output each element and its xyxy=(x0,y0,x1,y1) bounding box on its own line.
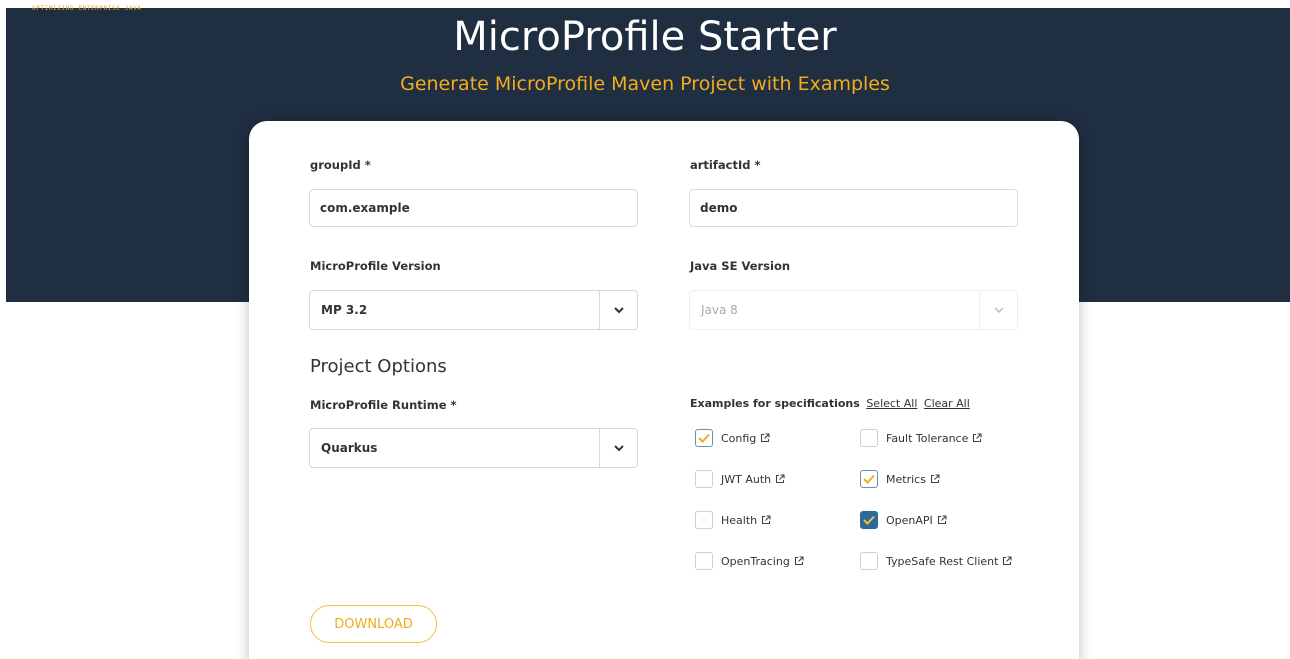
chevron-down-icon[interactable] xyxy=(599,291,637,329)
chevron-down-icon xyxy=(979,291,1017,329)
required-mark: * xyxy=(754,158,761,172)
download-button[interactable]: DOWNLOAD xyxy=(310,605,437,643)
brand-tagline: OPTIMIZING ENTERPRISE JAVA xyxy=(32,5,142,12)
java-version-value: Java 8 xyxy=(701,303,738,317)
runtime-select[interactable]: Quarkus xyxy=(309,428,638,468)
groupid-label: groupId * xyxy=(310,158,371,172)
example-label: OpenTracing xyxy=(721,554,790,568)
example-label: OpenAPI xyxy=(886,513,933,527)
page-subtitle: Generate MicroProfile Maven Project with… xyxy=(400,73,890,95)
example-health[interactable]: Health xyxy=(695,511,771,529)
artifactid-label: artifactId * xyxy=(690,158,760,172)
mp-version-label: MicroProfile Version xyxy=(310,259,441,273)
external-link-icon[interactable] xyxy=(761,515,771,525)
artifactid-input[interactable] xyxy=(689,189,1018,227)
example-label: Config xyxy=(721,431,757,445)
groupid-input[interactable] xyxy=(309,189,638,227)
external-link-icon[interactable] xyxy=(1002,556,1012,566)
checkbox-unchecked[interactable] xyxy=(695,511,713,529)
checkbox-unchecked[interactable] xyxy=(695,552,713,570)
example-config[interactable]: Config xyxy=(695,429,770,447)
java-version-label: Java SE Version xyxy=(690,259,791,273)
external-link-icon[interactable] xyxy=(972,433,982,443)
required-mark: * xyxy=(450,398,457,412)
runtime-label: MicroProfile Runtime * xyxy=(310,398,457,412)
example-label: Health xyxy=(721,513,758,527)
clear-all-link[interactable]: Clear All xyxy=(924,397,970,410)
groupid-label-text: groupId xyxy=(310,158,361,172)
page-title: MicroProfile Starter xyxy=(453,14,837,60)
example-metrics[interactable]: Metrics xyxy=(860,470,940,488)
checkbox-unchecked[interactable] xyxy=(860,552,878,570)
examples-header: Examples for specifications Select All C… xyxy=(690,397,970,410)
external-link-icon[interactable] xyxy=(775,474,785,484)
example-openapi[interactable]: OpenAPI xyxy=(860,511,947,529)
mp-version-select[interactable]: MP 3.2 xyxy=(309,290,638,330)
example-jwt-auth[interactable]: JWT Auth xyxy=(695,470,785,488)
mp-version-value: MP 3.2 xyxy=(321,303,368,317)
examples-label: Examples for specifications xyxy=(690,397,860,410)
checkbox-checked[interactable] xyxy=(860,470,878,488)
external-link-icon[interactable] xyxy=(794,556,804,566)
required-mark: * xyxy=(364,158,371,172)
checkbox-checked[interactable] xyxy=(695,429,713,447)
checkbox-unchecked[interactable] xyxy=(695,470,713,488)
chevron-down-icon[interactable] xyxy=(599,429,637,467)
java-version-select: Java 8 xyxy=(689,290,1018,330)
example-label: TypeSafe Rest Client xyxy=(886,554,999,568)
checkbox-unchecked[interactable] xyxy=(860,429,878,447)
example-label: JWT Auth xyxy=(721,472,772,486)
artifactid-label-text: artifactId xyxy=(690,158,751,172)
checkbox-checked[interactable] xyxy=(860,511,878,529)
external-link-icon[interactable] xyxy=(937,515,947,525)
runtime-value: Quarkus xyxy=(321,441,378,455)
select-all-link[interactable]: Select All xyxy=(866,397,917,410)
external-link-icon[interactable] xyxy=(760,433,770,443)
example-fault-tolerance[interactable]: Fault Tolerance xyxy=(860,429,982,447)
example-label: Metrics xyxy=(886,472,926,486)
section-title: Project Options xyxy=(310,356,447,377)
runtime-label-text: MicroProfile Runtime xyxy=(310,398,447,412)
example-label: Fault Tolerance xyxy=(886,431,969,445)
example-opentracing[interactable]: OpenTracing xyxy=(695,552,804,570)
external-link-icon[interactable] xyxy=(930,474,940,484)
example-typesafe-rest-client[interactable]: TypeSafe Rest Client xyxy=(860,552,1012,570)
